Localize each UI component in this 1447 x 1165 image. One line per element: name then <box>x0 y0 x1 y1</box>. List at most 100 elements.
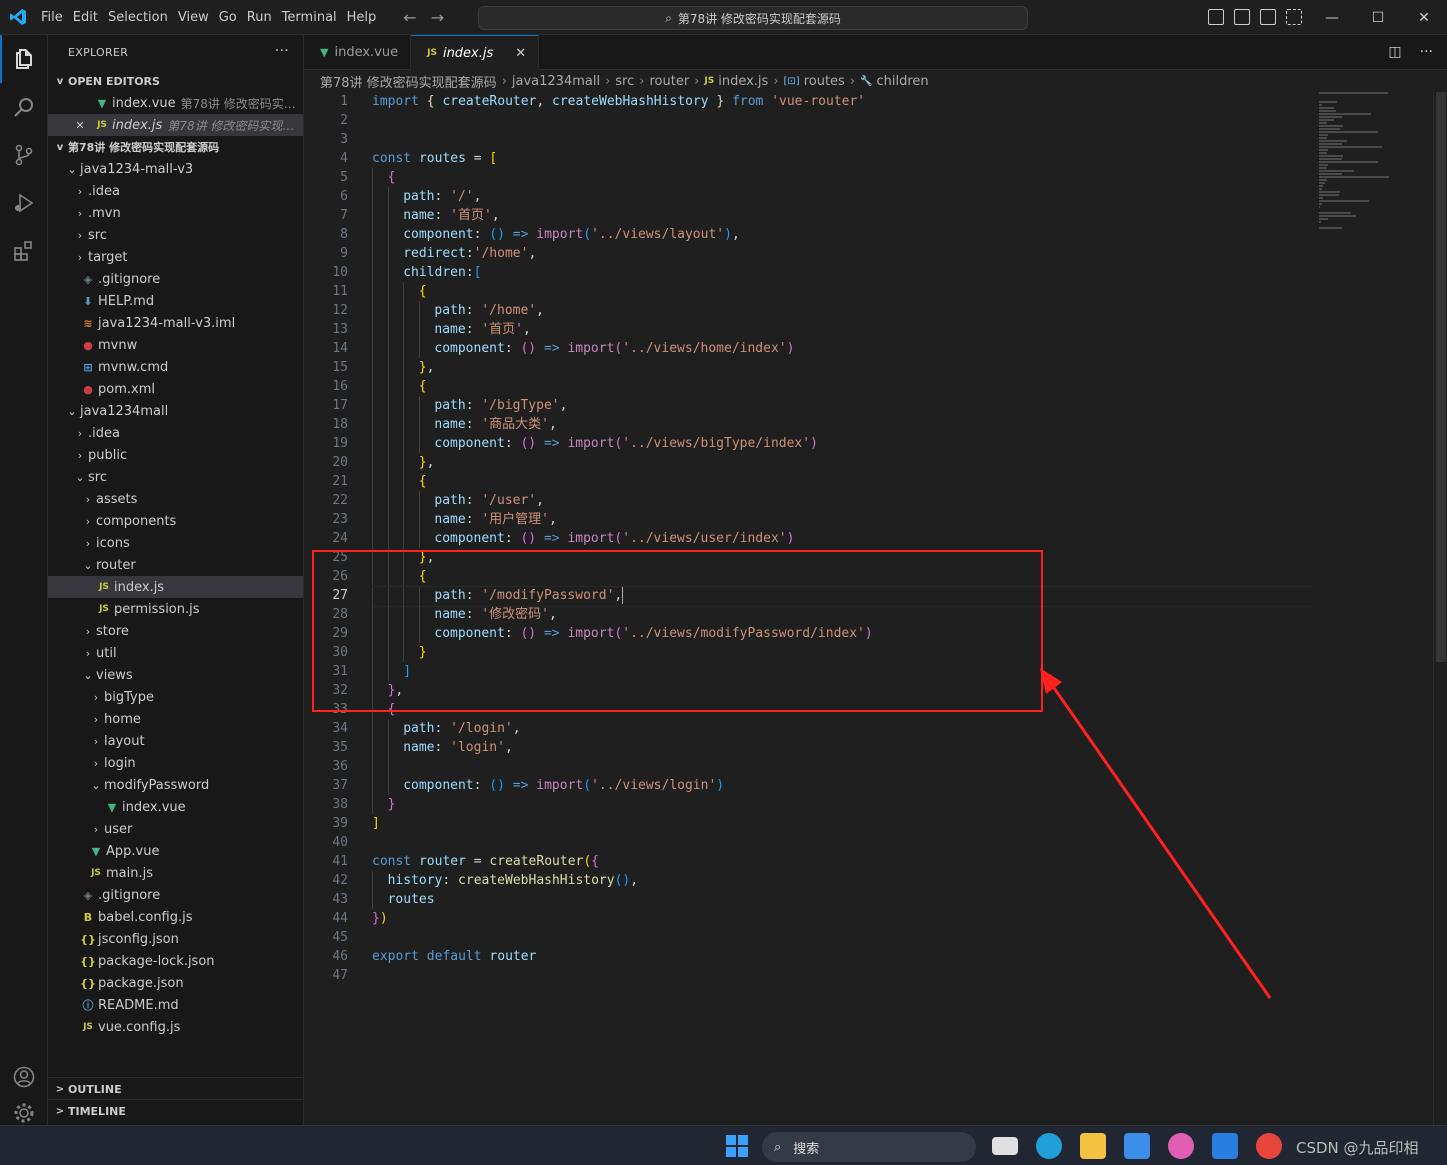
taskbar-search[interactable]: ⌕ 搜索 <box>762 1132 976 1162</box>
outline-section[interactable]: > OUTLINE <box>48 1077 303 1100</box>
code-line[interactable]: }, <box>372 548 1312 567</box>
code-line[interactable] <box>372 111 1312 130</box>
code-area[interactable]: import { createRouter, createWebHashHist… <box>372 92 1312 985</box>
code-line[interactable]: path: '/login', <box>372 719 1312 738</box>
code-line[interactable]: path: '/bigType', <box>372 396 1312 415</box>
code-line[interactable] <box>372 928 1312 947</box>
code-line[interactable] <box>372 833 1312 852</box>
code-line[interactable]: name: '首页', <box>372 320 1312 339</box>
minimize-icon[interactable]: — <box>1309 0 1355 35</box>
chrome-icon[interactable] <box>1256 1133 1282 1159</box>
tab-index-js[interactable]: JS index.js ✕ <box>411 35 540 70</box>
menu-view[interactable]: View <box>173 10 214 25</box>
code-line[interactable]: { <box>372 472 1312 491</box>
file-item[interactable]: ● mvnw <box>48 334 303 356</box>
close-tab-icon[interactable]: ✕ <box>515 46 526 61</box>
breadcrumb-item[interactable]: java1234mall <box>512 74 600 89</box>
toggle-panel-icon[interactable] <box>1234 9 1250 25</box>
code-line[interactable]: component: () => import('../views/login'… <box>372 776 1312 795</box>
folder-item[interactable]: › icons <box>48 532 303 554</box>
folder-item[interactable]: › user <box>48 818 303 840</box>
file-item[interactable]: ▼ index.vue <box>48 796 303 818</box>
code-line[interactable]: } <box>372 795 1312 814</box>
menu-file[interactable]: File <box>36 10 68 25</box>
maximize-icon[interactable]: ☐ <box>1355 0 1401 35</box>
folder-item[interactable]: › public <box>48 444 303 466</box>
search-view-icon[interactable] <box>0 83 48 131</box>
run-debug-icon[interactable] <box>0 179 48 227</box>
accounts-icon[interactable] <box>0 1053 48 1101</box>
folder-item[interactable]: › src <box>48 224 303 246</box>
code-line[interactable]: path: '/', <box>372 187 1312 206</box>
code-line[interactable]: { <box>372 168 1312 187</box>
folder-item[interactable]: › components <box>48 510 303 532</box>
file-item[interactable]: ⊞ mvnw.cmd <box>48 356 303 378</box>
code-line[interactable]: }, <box>372 453 1312 472</box>
menu-selection[interactable]: Selection <box>103 10 173 25</box>
code-line[interactable]: name: '商品大类', <box>372 415 1312 434</box>
toggle-primary-sidebar-icon[interactable] <box>1208 9 1224 25</box>
menu-run[interactable]: Run <box>242 10 277 25</box>
open-editor-item[interactable]: ▼ index.vue 第78讲 修改密码实现配... <box>48 92 303 114</box>
file-item[interactable]: JS main.js <box>48 862 303 884</box>
code-line[interactable]: }, <box>372 681 1312 700</box>
breadcrumb-item[interactable]: 第78讲 修改密码实现配套源码 <box>320 72 497 91</box>
folder-item[interactable]: ⌄ router <box>48 554 303 576</box>
mail-icon[interactable] <box>1212 1133 1238 1159</box>
folder-item[interactable]: › .idea <box>48 422 303 444</box>
folder-item[interactable]: ⌄ src <box>48 466 303 488</box>
folder-item[interactable]: › bigType <box>48 686 303 708</box>
code-line[interactable]: component: () => import('../views/bigTyp… <box>372 434 1312 453</box>
folder-item[interactable]: ⌄ views <box>48 664 303 686</box>
folder-item[interactable]: › util <box>48 642 303 664</box>
forward-arrow-icon[interactable]: → <box>431 8 444 27</box>
code-line[interactable]: routes <box>372 890 1312 909</box>
file-item[interactable]: ◈ .gitignore <box>48 884 303 906</box>
code-line[interactable] <box>372 130 1312 149</box>
timeline-header[interactable]: > TIMELINE <box>48 1100 303 1122</box>
more-actions-icon[interactable]: ··· <box>275 43 289 59</box>
code-line[interactable]: path: '/home', <box>372 301 1312 320</box>
folder-item[interactable]: › .idea <box>48 180 303 202</box>
code-line[interactable]: component: () => import('../views/modify… <box>372 624 1312 643</box>
file-item[interactable]: ≋ java1234-mall-v3.iml <box>48 312 303 334</box>
timeline-section[interactable]: > TIMELINE <box>48 1099 303 1122</box>
menu-edit[interactable]: Edit <box>68 10 103 25</box>
file-item[interactable]: {} package.json <box>48 972 303 994</box>
vertical-scrollbar[interactable] <box>1433 92 1447 1125</box>
open-editor-item[interactable]: ✕ JS index.js 第78讲 修改密码实现配套... <box>48 114 303 136</box>
file-item[interactable]: Bbabel.config.js <box>48 906 303 928</box>
code-line[interactable]: const routes = [ <box>372 149 1312 168</box>
tab-index-vue[interactable]: ▼ index.vue <box>304 35 412 70</box>
code-line[interactable] <box>372 757 1312 776</box>
code-line[interactable]: { <box>372 700 1312 719</box>
code-line[interactable]: const router = createRouter({ <box>372 852 1312 871</box>
code-line[interactable]: component: () => import('../views/user/i… <box>372 529 1312 548</box>
workspace-header[interactable]: v 第78讲 修改密码实现配套源码 <box>48 136 303 158</box>
split-editor-icon[interactable]: ◫ <box>1388 44 1401 60</box>
edge-browser-icon[interactable] <box>1036 1133 1062 1159</box>
file-item[interactable]: JS vue.config.js <box>48 1016 303 1038</box>
code-line[interactable]: component: () => import('../views/layout… <box>372 225 1312 244</box>
file-item[interactable]: ⓘ README.md <box>48 994 303 1016</box>
code-line[interactable]: path: '/user', <box>372 491 1312 510</box>
folder-item[interactable]: ⌄ java1234mall <box>48 400 303 422</box>
code-line[interactable]: } <box>372 643 1312 662</box>
back-arrow-icon[interactable]: ← <box>403 8 416 27</box>
code-line[interactable]: import { createRouter, createWebHashHist… <box>372 92 1312 111</box>
settings-gear-icon[interactable] <box>0 1101 48 1125</box>
breadcrumb-item[interactable]: index.js <box>718 74 768 89</box>
store-icon[interactable] <box>1124 1133 1150 1159</box>
file-item[interactable]: ● pom.xml <box>48 378 303 400</box>
code-line[interactable]: ] <box>372 662 1312 681</box>
breadcrumb-item[interactable]: children <box>876 74 928 89</box>
more-actions-icon[interactable]: ··· <box>1420 44 1433 60</box>
menu-terminal[interactable]: Terminal <box>277 10 342 25</box>
breadcrumb-item[interactable]: src <box>615 74 634 89</box>
code-line[interactable]: path: '/modifyPassword', <box>372 586 1312 607</box>
file-item[interactable]: ⬇ HELP.md <box>48 290 303 312</box>
code-line[interactable]: name: '修改密码', <box>372 605 1312 624</box>
toggle-secondary-sidebar-icon[interactable] <box>1260 9 1276 25</box>
code-line[interactable]: { <box>372 567 1312 586</box>
menu-go[interactable]: Go <box>214 10 242 25</box>
